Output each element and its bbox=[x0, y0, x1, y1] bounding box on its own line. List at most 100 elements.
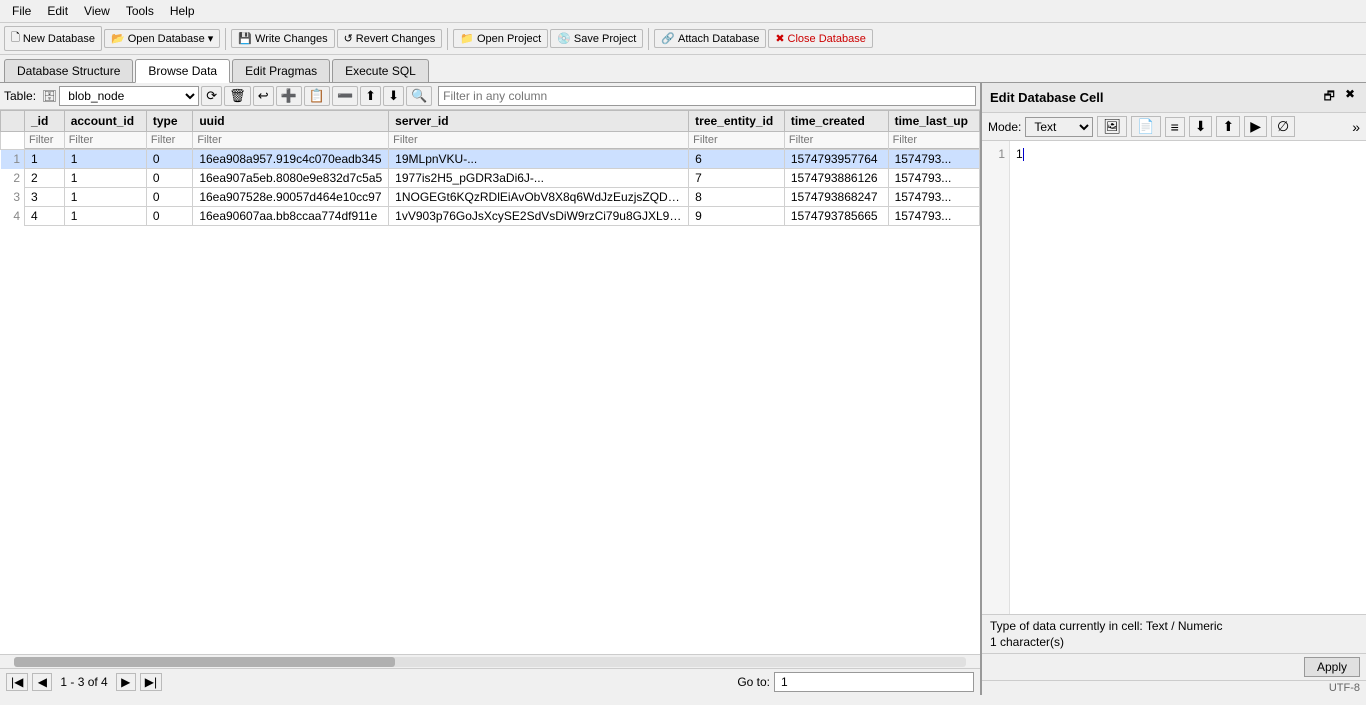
mode-export-btn[interactable]: ⬇ bbox=[1189, 116, 1213, 137]
attach-database-button[interactable]: 🔗 Attach Database bbox=[654, 29, 766, 48]
filter-input-time-created[interactable] bbox=[785, 132, 888, 149]
col-header-uuid[interactable]: uuid bbox=[193, 111, 389, 132]
filter-cell-id[interactable] bbox=[25, 132, 65, 150]
move-up-button[interactable]: ⬆ bbox=[360, 86, 381, 106]
filter-cell-tree-entity-id[interactable] bbox=[689, 132, 785, 150]
undo-button[interactable]: ↩ bbox=[253, 86, 274, 106]
filter-cell-server-id[interactable] bbox=[389, 132, 689, 150]
mode-image-btn[interactable]: 🖼 bbox=[1097, 116, 1127, 137]
menu-edit[interactable]: Edit bbox=[39, 2, 76, 20]
open-project-button[interactable]: 📁 Open Project bbox=[453, 29, 548, 48]
menu-file[interactable]: File bbox=[4, 2, 39, 20]
table-cell[interactable]: 1NOGEGt6KQzRDlEiAvObV8X8q6WdJzEuzjsZQDF1… bbox=[389, 188, 689, 207]
table-cell[interactable]: 0 bbox=[146, 169, 192, 188]
table-cell[interactable]: 1 bbox=[64, 188, 146, 207]
table-cell[interactable]: 1977is2H5_pGDR3aDi6J-... bbox=[389, 169, 689, 188]
filter-cell-time-last-up[interactable] bbox=[888, 132, 979, 150]
table-cell[interactable]: 1574793... bbox=[888, 169, 979, 188]
col-header-type[interactable]: type bbox=[146, 111, 192, 132]
table-cell[interactable]: 9 bbox=[689, 207, 785, 226]
duplicate-row-button[interactable]: 📋 bbox=[304, 86, 330, 106]
filter-input-type[interactable] bbox=[147, 132, 192, 149]
filter-cell-uuid[interactable] bbox=[193, 132, 389, 150]
revert-changes-button[interactable]: ↺ Revert Changes bbox=[337, 29, 443, 48]
col-header-time-created[interactable]: time_created bbox=[784, 111, 888, 132]
panel-close-button[interactable]: ✖ bbox=[1342, 87, 1358, 108]
insert-row-button[interactable]: ➕ bbox=[276, 86, 302, 106]
table-cell[interactable]: 4 bbox=[25, 207, 65, 226]
table-cell[interactable]: 2 bbox=[25, 169, 65, 188]
table-cell[interactable]: 6 bbox=[689, 150, 785, 169]
table-cell[interactable]: 0 bbox=[146, 150, 192, 169]
table-cell[interactable]: 1 bbox=[64, 150, 146, 169]
filter-input-uuid[interactable] bbox=[193, 132, 388, 149]
table-cell[interactable]: 1574793... bbox=[888, 150, 979, 169]
mode-select[interactable]: TextBinaryNullRealInteger bbox=[1025, 117, 1093, 137]
panel-restore-button[interactable]: 🗗 bbox=[1321, 87, 1338, 108]
menu-tools[interactable]: Tools bbox=[118, 2, 162, 20]
table-cell[interactable]: 19MLpnVKU-... bbox=[389, 150, 689, 169]
filter-input-tree-entity-id[interactable] bbox=[689, 132, 784, 149]
table-cell[interactable]: 1574793... bbox=[888, 188, 979, 207]
table-cell[interactable]: 1574793886126 bbox=[784, 169, 888, 188]
col-header-tree-entity-id[interactable]: tree_entity_id bbox=[689, 111, 785, 132]
last-page-button[interactable]: ▶| bbox=[140, 673, 162, 691]
filter-input-id[interactable] bbox=[25, 132, 64, 149]
filter-cell-type[interactable] bbox=[146, 132, 192, 150]
table-cell[interactable]: 1 bbox=[64, 207, 146, 226]
table-select[interactable]: blob_node bbox=[59, 86, 199, 106]
col-header-time-last-up[interactable]: time_last_up bbox=[888, 111, 979, 132]
clear-table-button[interactable]: 🗑 bbox=[224, 86, 251, 106]
table-cell[interactable]: 0 bbox=[146, 188, 192, 207]
cell-text-area[interactable]: 1 bbox=[1010, 141, 1366, 614]
goto-input[interactable] bbox=[774, 672, 974, 692]
table-cell[interactable]: 1574793785665 bbox=[784, 207, 888, 226]
menu-help[interactable]: Help bbox=[162, 2, 203, 20]
scrollbar-thumb[interactable] bbox=[14, 657, 395, 667]
write-changes-button[interactable]: 💾 Write Changes bbox=[231, 29, 334, 48]
mode-null-btn[interactable]: ∅ bbox=[1271, 116, 1295, 137]
table-cell[interactable]: 7 bbox=[689, 169, 785, 188]
next-page-button[interactable]: ▶ bbox=[116, 673, 136, 691]
table-cell[interactable]: 1 bbox=[25, 150, 65, 169]
filter-input-account-id[interactable] bbox=[65, 132, 146, 149]
table-cell[interactable]: 0 bbox=[146, 207, 192, 226]
table-row[interactable]: 441016ea90607aa.bb8ccaa774df911e1vV903p7… bbox=[1, 207, 980, 226]
delete-row-button[interactable]: ➖ bbox=[332, 86, 358, 106]
col-header-account-id[interactable]: account_id bbox=[64, 111, 146, 132]
table-cell[interactable]: 16ea907528e.90057d464e10cc97 bbox=[193, 188, 389, 207]
table-wrapper[interactable]: _id account_id type uuid server_id tree_… bbox=[0, 110, 980, 654]
horizontal-scrollbar[interactable] bbox=[0, 654, 980, 668]
filter-input-time-last-up[interactable] bbox=[889, 132, 979, 149]
tab-database-structure[interactable]: Database Structure bbox=[4, 59, 133, 82]
table-cell[interactable]: 16ea908a957.919c4c070eadb345 bbox=[193, 150, 389, 169]
tab-edit-pragmas[interactable]: Edit Pragmas bbox=[232, 59, 330, 82]
mode-import-btn[interactable]: ⬆ bbox=[1216, 116, 1240, 137]
filter-input-server-id[interactable] bbox=[389, 132, 688, 149]
table-cell[interactable]: 1574793... bbox=[888, 207, 979, 226]
save-project-button[interactable]: 💿 Save Project bbox=[550, 29, 643, 48]
first-page-button[interactable]: |◀ bbox=[6, 673, 28, 691]
mode-forward-btn[interactable]: ▶ bbox=[1244, 116, 1267, 137]
apply-button[interactable]: Apply bbox=[1304, 657, 1360, 677]
table-cell[interactable]: 8 bbox=[689, 188, 785, 207]
new-database-button[interactable]: 🗋 New Database bbox=[4, 26, 102, 51]
table-cell[interactable]: 1574793957764 bbox=[784, 150, 888, 169]
table-cell[interactable]: 3 bbox=[25, 188, 65, 207]
tab-execute-sql[interactable]: Execute SQL bbox=[332, 59, 429, 82]
col-header-server-id[interactable]: server_id bbox=[389, 111, 689, 132]
table-row[interactable]: 331016ea907528e.90057d464e10cc971NOGEGt6… bbox=[1, 188, 980, 207]
table-row[interactable]: 111016ea908a957.919c4c070eadb34519MLpnVK… bbox=[1, 150, 980, 169]
col-header-id[interactable]: _id bbox=[25, 111, 65, 132]
filter-input[interactable] bbox=[438, 86, 976, 106]
mode-overflow-btn[interactable]: » bbox=[1352, 119, 1360, 135]
table-cell[interactable]: 1 bbox=[64, 169, 146, 188]
menu-view[interactable]: View bbox=[76, 2, 118, 20]
filter-cell-account-id[interactable] bbox=[64, 132, 146, 150]
move-down-button[interactable]: ⬇ bbox=[383, 86, 404, 106]
table-cell[interactable]: 1574793868247 bbox=[784, 188, 888, 207]
tab-browse-data[interactable]: Browse Data bbox=[135, 59, 230, 83]
cell-editor-area[interactable]: 1 1 bbox=[982, 141, 1366, 614]
table-row[interactable]: 221016ea907a5eb.8080e9e832d7c5a51977is2H… bbox=[1, 169, 980, 188]
table-cell[interactable]: 1vV903p76GoJsXcySE2SdVsDiW9rzCi79u8GJXL9… bbox=[389, 207, 689, 226]
